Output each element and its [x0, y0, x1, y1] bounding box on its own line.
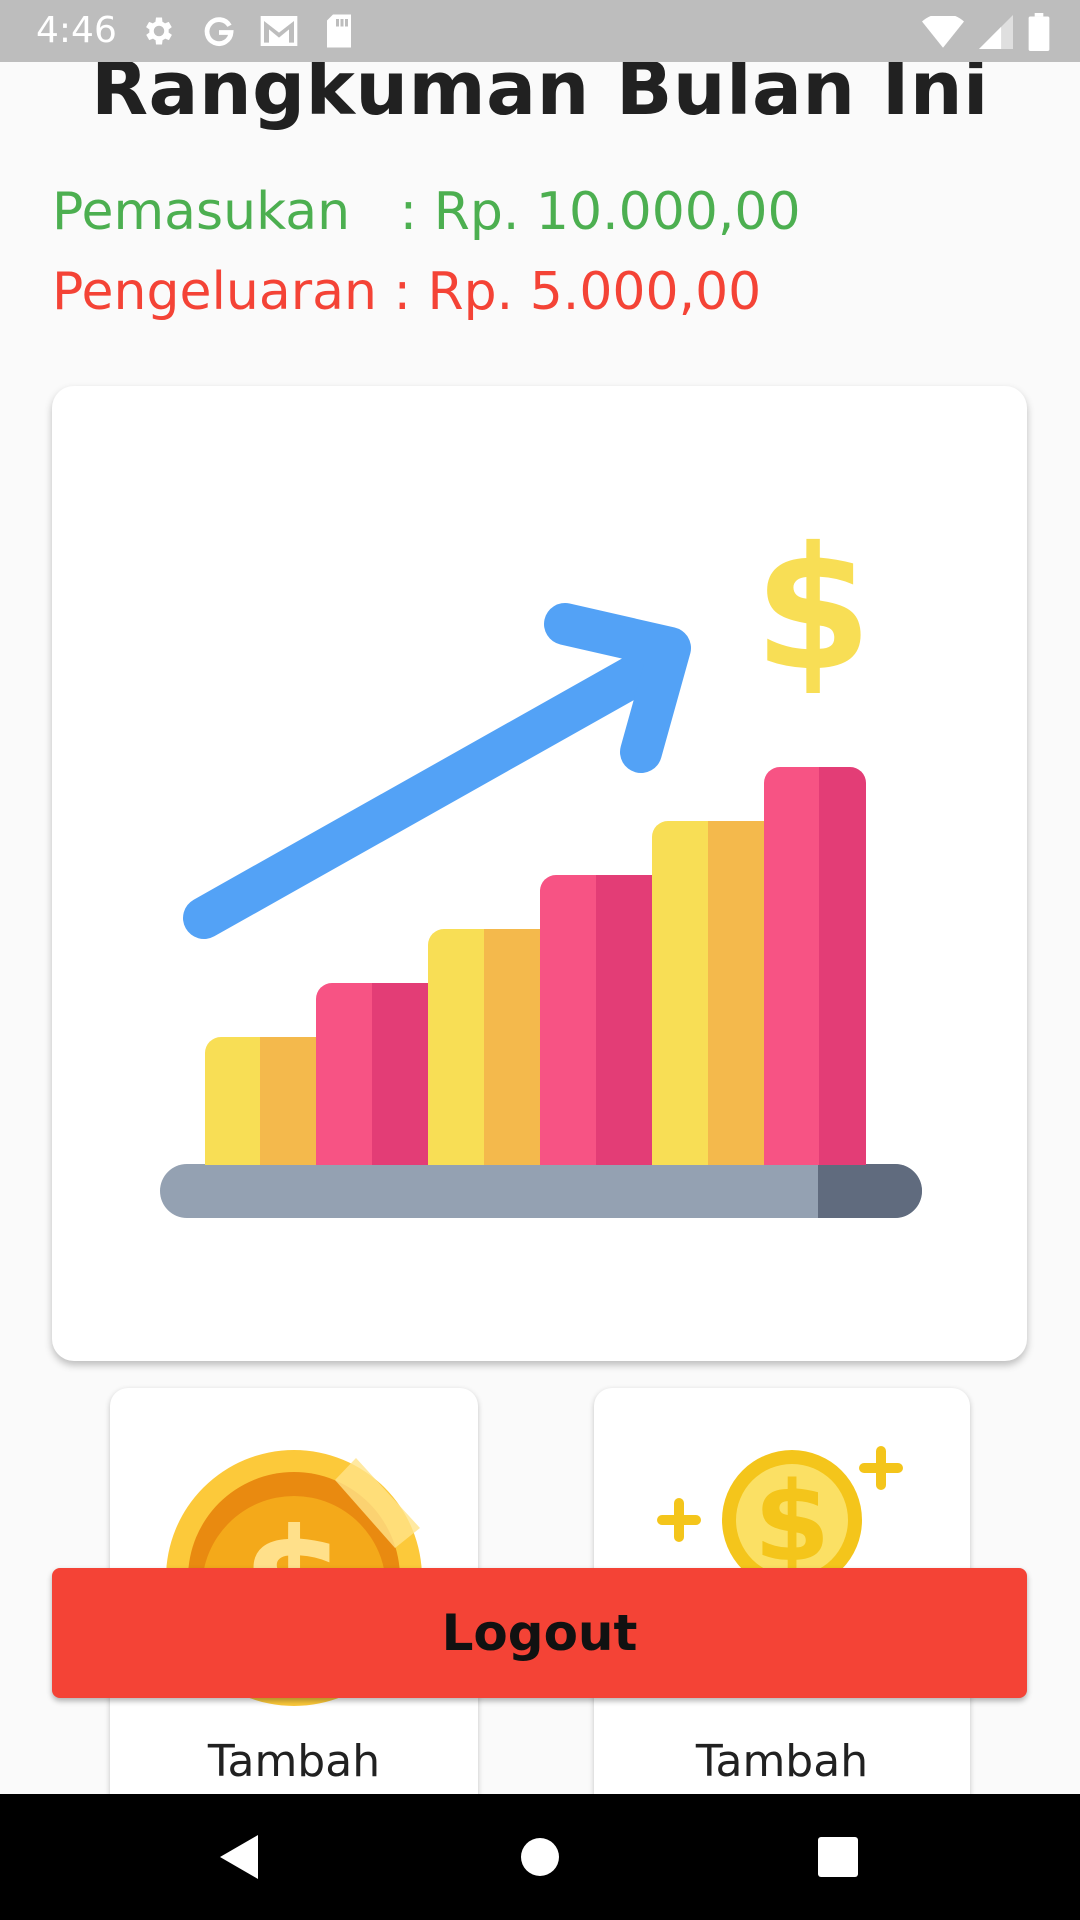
- bar-4-dark: [596, 875, 652, 1165]
- bar-6-light: [764, 767, 819, 1165]
- bar-2-dark: [372, 983, 428, 1165]
- home-icon[interactable]: [505, 1822, 575, 1892]
- bar-5-light: [652, 821, 708, 1165]
- chart-base-shade: [818, 1164, 922, 1218]
- cell-signal-icon: [978, 15, 1014, 49]
- google-icon: [198, 10, 240, 52]
- sd-card-icon: [318, 10, 360, 52]
- status-icons-left: [138, 10, 378, 52]
- app-screen: 4:46 Rangkuman Bulan Ini Pemasukan: Rp.…: [0, 0, 1080, 1920]
- status-icons-right: [908, 12, 1050, 52]
- add-income-label: Tambah: [207, 1736, 381, 1787]
- bar-5-dark: [708, 821, 764, 1165]
- summary-illustration-card: $: [52, 386, 1027, 1361]
- trend-arrow-icon: [183, 603, 691, 939]
- bar-3-light: [428, 929, 484, 1165]
- battery-icon: [1028, 13, 1050, 51]
- recents-icon[interactable]: [803, 1822, 873, 1892]
- expense-summary: Pengeluaran : Rp. 5.000,00: [52, 262, 762, 322]
- gmail-icon: [258, 10, 300, 52]
- dollar-sign-icon: $: [754, 511, 872, 709]
- navigation-bar: [0, 1794, 1080, 1920]
- bar-2-light: [316, 983, 372, 1165]
- logout-button[interactable]: Logout: [52, 1568, 1027, 1698]
- status-time: 4:46: [36, 10, 117, 51]
- income-summary: Pemasukan : Rp. 10.000,00: [52, 182, 801, 242]
- add-expense-label: Tambah: [695, 1736, 869, 1787]
- wifi-icon: [922, 16, 964, 48]
- illustration-bars: [205, 767, 866, 1165]
- bar-6-dark: [819, 767, 866, 1165]
- status-bar: 4:46: [0, 0, 1080, 62]
- bar-1-dark: [260, 1037, 316, 1165]
- gear-icon: [138, 10, 180, 52]
- back-icon[interactable]: [204, 1822, 274, 1892]
- svg-text:$: $: [754, 1458, 831, 1586]
- chart-base: [160, 1164, 922, 1218]
- bar-1-light: [205, 1037, 260, 1165]
- bar-4-light: [540, 875, 596, 1165]
- growth-chart-illustration: $: [160, 511, 922, 1218]
- bar-3-dark: [484, 929, 540, 1165]
